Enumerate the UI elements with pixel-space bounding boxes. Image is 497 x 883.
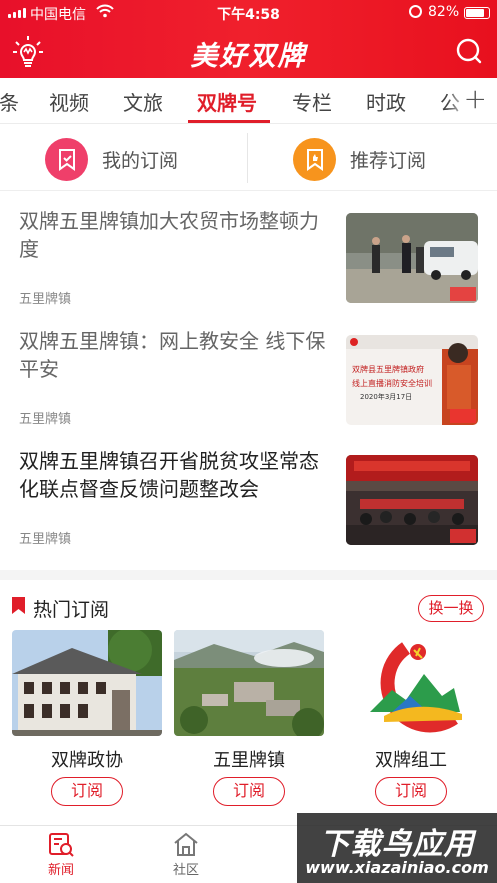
card-image [12,630,162,736]
app-header: 中国电信 下午4:58 82% 美好双牌 [0,0,497,78]
bookmark-check-icon [45,138,88,181]
orientation-lock-icon [409,5,422,18]
card-name: 双牌组工 [375,750,447,771]
subscription-row: 我的订阅 推荐订阅 [0,125,497,191]
battery-icon [464,7,490,19]
subscription-card[interactable]: 五里牌镇 订阅 [174,630,324,810]
subscribe-button[interactable]: 订阅 [51,777,123,806]
section-separator [0,570,497,580]
nav-community[interactable]: 社区 [156,831,216,878]
card-image [336,630,486,736]
news-item[interactable]: 双牌五里牌镇：网上教安全 线下保平安 五里牌镇 双牌县五里牌镇政府 线上直播消防… [0,311,497,431]
news-source: 五里牌镇 [19,532,72,547]
news-title: 双牌五里牌镇：网上教安全 线下保平安 [19,329,326,381]
tab-2[interactable]: 文旅 [123,87,163,116]
news-thumbnail [346,213,478,303]
refresh-button[interactable]: 换一换 [418,595,484,622]
tab-1[interactable]: 视频 [49,87,89,116]
thumb-line1: 双牌县五里牌镇政府 [352,364,424,374]
bookmark-thumb-icon [293,138,336,181]
watermark-title: 下载鸟应用 [319,827,475,862]
home-icon [174,832,198,856]
subscribe-button[interactable]: 订阅 [375,777,447,806]
subscription-card[interactable]: 双牌组工 订阅 [336,630,486,810]
thumb-line2: 线上直播消防安全培训 [352,378,432,388]
nav-news[interactable]: 新闻 [31,831,91,878]
category-tabs: 条 视频 文旅 双牌号 专栏 时政 公 + [0,78,497,124]
tab-5[interactable]: 时政 [366,87,406,116]
my-subscriptions-button[interactable]: 我的订阅 [45,138,178,181]
news-item[interactable]: 双牌五里牌镇召开省脱贫攻坚常态化联点督查反馈问题整改会 五里牌镇 [0,431,497,551]
news-item[interactable]: 双牌五里牌镇加大农贸市场整顿力度 五里牌镇 [0,191,497,311]
news-thumbnail [346,455,478,545]
divider [247,133,248,183]
subscribe-button[interactable]: 订阅 [213,777,285,806]
thumb-date: 2020年3月17日 [360,392,412,401]
subscription-card[interactable]: 双牌政协 订阅 [12,630,162,810]
news-thumbnail: 双牌县五里牌镇政府 线上直播消防安全培训 2020年3月17日 [346,335,478,425]
recommended-subscriptions-button[interactable]: 推荐订阅 [293,138,426,181]
card-image [174,630,324,736]
active-tab-indicator [188,120,270,123]
flag-icon [12,597,25,614]
battery-level [466,9,485,17]
app-logo: 美好双牌 [190,41,307,72]
nav-news-label: 新闻 [47,863,74,878]
news-source: 五里牌镇 [19,292,72,307]
hot-subscriptions-section: 热门订阅 换一换 双牌政协 订阅 五里牌镇 订阅 双牌组工 订阅 [0,580,497,825]
tab-0[interactable]: 条 [0,87,19,116]
watermark-url: www.xiazainiao.com [305,858,489,877]
add-tab-button[interactable]: + [464,82,487,115]
hot-subscriptions-title: 热门订阅 [33,599,110,621]
news-title: 双牌五里牌镇加大农贸市场整顿力度 [19,209,319,261]
card-name: 双牌政协 [51,750,123,771]
my-subscriptions-label: 我的订阅 [102,150,179,172]
tab-3[interactable]: 双牌号 [197,87,257,116]
news-icon [49,833,74,857]
nav-community-label: 社区 [172,863,199,878]
clock: 下午4:58 [217,7,280,23]
recommended-subscriptions-label: 推荐订阅 [350,150,427,172]
card-name: 五里牌镇 [213,750,285,771]
battery-percent: 82% [428,4,460,20]
search-icon[interactable] [455,37,483,65]
status-bar: 中国电信 下午4:58 82% [0,0,497,26]
news-source: 五里牌镇 [19,412,72,427]
news-title: 双牌五里牌镇召开省脱贫攻坚常态化联点督查反馈问题整改会 [19,449,319,501]
watermark: 下载鸟应用 www.xiazainiao.com [297,813,497,883]
tab-4[interactable]: 专栏 [292,87,332,116]
